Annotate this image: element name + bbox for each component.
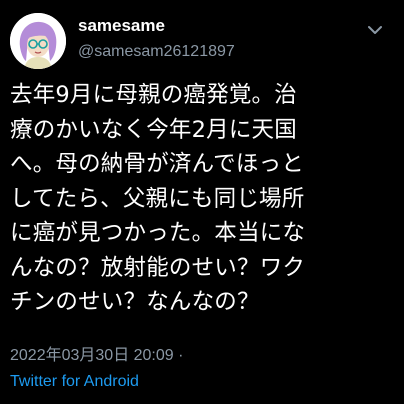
tweet: samesame @samesam26121897 去年9月に母親の癌発覚。治 … [0, 0, 404, 404]
more-options-button[interactable] [364, 19, 386, 41]
tweet-header: samesame @samesam26121897 [10, 13, 394, 77]
display-name[interactable]: samesame [78, 15, 235, 37]
avatar-illustration-icon [10, 13, 66, 69]
chevron-down-icon [368, 26, 382, 34]
user-handle[interactable]: @samesam26121897 [78, 41, 235, 63]
tweet-source-link[interactable]: Twitter for Android [10, 372, 139, 392]
author-block: samesame @samesam26121897 [78, 15, 235, 63]
avatar[interactable] [10, 13, 66, 69]
tweet-timestamp[interactable]: 2022年03月30日 20:09 · [10, 346, 183, 366]
tweet-text: 去年9月に母親の癌発覚。治 療のかいなく今年2月に天国 へ。母の納骨が済んでほっ… [10, 82, 306, 315]
